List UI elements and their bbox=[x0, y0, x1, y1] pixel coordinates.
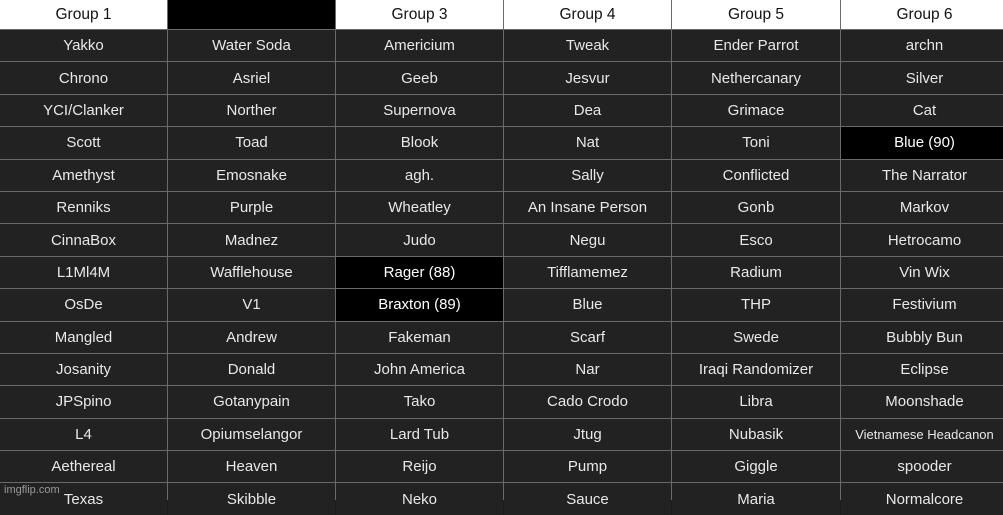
table-cell: Libra bbox=[672, 386, 840, 418]
table-cell: Donald bbox=[168, 353, 335, 386]
table-cell: Wafflehouse bbox=[168, 256, 335, 289]
table-cell: Judo bbox=[336, 224, 503, 256]
table-cell: Scott bbox=[0, 127, 167, 159]
table-cell: Swede bbox=[672, 321, 840, 353]
table-cell: Neko bbox=[336, 483, 503, 515]
table-cell: Festivium bbox=[841, 289, 1003, 321]
table-cell: CinnaBox bbox=[0, 224, 167, 256]
table-cell: L1Ml4M bbox=[0, 256, 167, 289]
table-cell: Opiumselangor bbox=[168, 418, 335, 451]
table-cell-highlighted: Rager (88) bbox=[336, 256, 503, 289]
column-header: Group 1 bbox=[0, 0, 167, 29]
table-cell: spooder bbox=[841, 451, 1003, 483]
table-cell: OsDe bbox=[0, 289, 167, 321]
table-cell: The Narrator bbox=[841, 159, 1003, 191]
table-cell: Josanity bbox=[0, 353, 167, 386]
table-cell: Madnez bbox=[168, 224, 335, 256]
table-cell-highlighted: Braxton (89) bbox=[336, 289, 503, 321]
table-cell: Toad bbox=[168, 127, 335, 159]
table-cell: Normalcore bbox=[841, 483, 1003, 515]
table-cell: YCI/Clanker bbox=[0, 94, 167, 127]
table-cell: Lard Tub bbox=[336, 418, 503, 451]
table-cell: Emosnake bbox=[168, 159, 335, 191]
table-cell: Blook bbox=[336, 127, 503, 159]
table-cell: Americium bbox=[336, 30, 503, 62]
column-header: Group 3 bbox=[336, 0, 503, 29]
table-cell: Nubasik bbox=[672, 418, 840, 451]
table-cell: Wheatley bbox=[336, 191, 503, 224]
table-cell: Sauce bbox=[504, 483, 671, 515]
table-cell: Silver bbox=[841, 62, 1003, 94]
table-cell: Amethyst bbox=[0, 159, 167, 191]
table-cell: Bubbly Bun bbox=[841, 321, 1003, 353]
table-cell: Norther bbox=[168, 94, 335, 127]
table-cell: Water Soda bbox=[168, 30, 335, 62]
table-cell: Mangled bbox=[0, 321, 167, 353]
table-cell: JPSpino bbox=[0, 386, 167, 418]
table-cell: Asriel bbox=[168, 62, 335, 94]
table-cell: Grimace bbox=[672, 94, 840, 127]
table-cell: V1 bbox=[168, 289, 335, 321]
table-cell: An Insane Person bbox=[504, 191, 671, 224]
table-cell: Ender Parrot bbox=[672, 30, 840, 62]
table-cell: Radium bbox=[672, 256, 840, 289]
column-header bbox=[168, 0, 335, 29]
table-cell: Heaven bbox=[168, 451, 335, 483]
table-cell: Tifflamemez bbox=[504, 256, 671, 289]
table-cell: Vietnamese Headcanon bbox=[841, 418, 1003, 451]
table-cell: Maria bbox=[672, 483, 840, 515]
table-cell: Andrew bbox=[168, 321, 335, 353]
column-header: Group 4 bbox=[504, 0, 671, 29]
table-cell: Purple bbox=[168, 191, 335, 224]
table-cell: Conflicted bbox=[672, 159, 840, 191]
table-cell: Giggle bbox=[672, 451, 840, 483]
table-cell: Tako bbox=[336, 386, 503, 418]
column-header: Group 6 bbox=[841, 0, 1003, 29]
table-cell: Skibble bbox=[168, 483, 335, 515]
table-cell: THP bbox=[672, 289, 840, 321]
table-cell: Hetrocamo bbox=[841, 224, 1003, 256]
table-cell: Supernova bbox=[336, 94, 503, 127]
table-cell: Dea bbox=[504, 94, 671, 127]
table-cell: L4 bbox=[0, 418, 167, 451]
table-cell: Gotanypain bbox=[168, 386, 335, 418]
table-cell: Jtug bbox=[504, 418, 671, 451]
table-cell: John America bbox=[336, 353, 503, 386]
table-cell: Yakko bbox=[0, 30, 167, 62]
table-cell: Moonshade bbox=[841, 386, 1003, 418]
table-cell: Aethereal bbox=[0, 451, 167, 483]
table-cell: Eclipse bbox=[841, 353, 1003, 386]
table-cell: Nethercanary bbox=[672, 62, 840, 94]
table-cell: Pump bbox=[504, 451, 671, 483]
table-cell: Negu bbox=[504, 224, 671, 256]
table-cell: Reijo bbox=[336, 451, 503, 483]
table-cell: Jesvur bbox=[504, 62, 671, 94]
table-cell: Fakeman bbox=[336, 321, 503, 353]
table-cell: Toni bbox=[672, 127, 840, 159]
table-cell: Sally bbox=[504, 159, 671, 191]
table-cell-highlighted: Blue (90) bbox=[841, 127, 1003, 159]
table-cell: Gonb bbox=[672, 191, 840, 224]
table-cell: Geeb bbox=[336, 62, 503, 94]
table-cell: Cado Crodo bbox=[504, 386, 671, 418]
table-cell: agh. bbox=[336, 159, 503, 191]
watermark: imgflip.com bbox=[4, 484, 60, 496]
table-cell: Nar bbox=[504, 353, 671, 386]
tier-table: Group 1 Group 3 Group 4 Group 5 Group 6 Yakko… bbox=[0, 0, 1003, 515]
table-cell: Tweak bbox=[504, 30, 671, 62]
table-cell: Iraqi Randomizer bbox=[672, 353, 840, 386]
table-cell: archn bbox=[841, 30, 1003, 62]
table-cell: Scarf bbox=[504, 321, 671, 353]
table-cell: Blue bbox=[504, 289, 671, 321]
table-cell: Vin Wix bbox=[841, 256, 1003, 289]
table-cell: Chrono bbox=[0, 62, 167, 94]
table-cell: Markov bbox=[841, 191, 1003, 224]
column-header: Group 5 bbox=[672, 0, 840, 29]
table-cell: Cat bbox=[841, 94, 1003, 127]
table-cell: Nat bbox=[504, 127, 671, 159]
table-cell: Esco bbox=[672, 224, 840, 256]
table-cell: Renniks bbox=[0, 191, 167, 224]
